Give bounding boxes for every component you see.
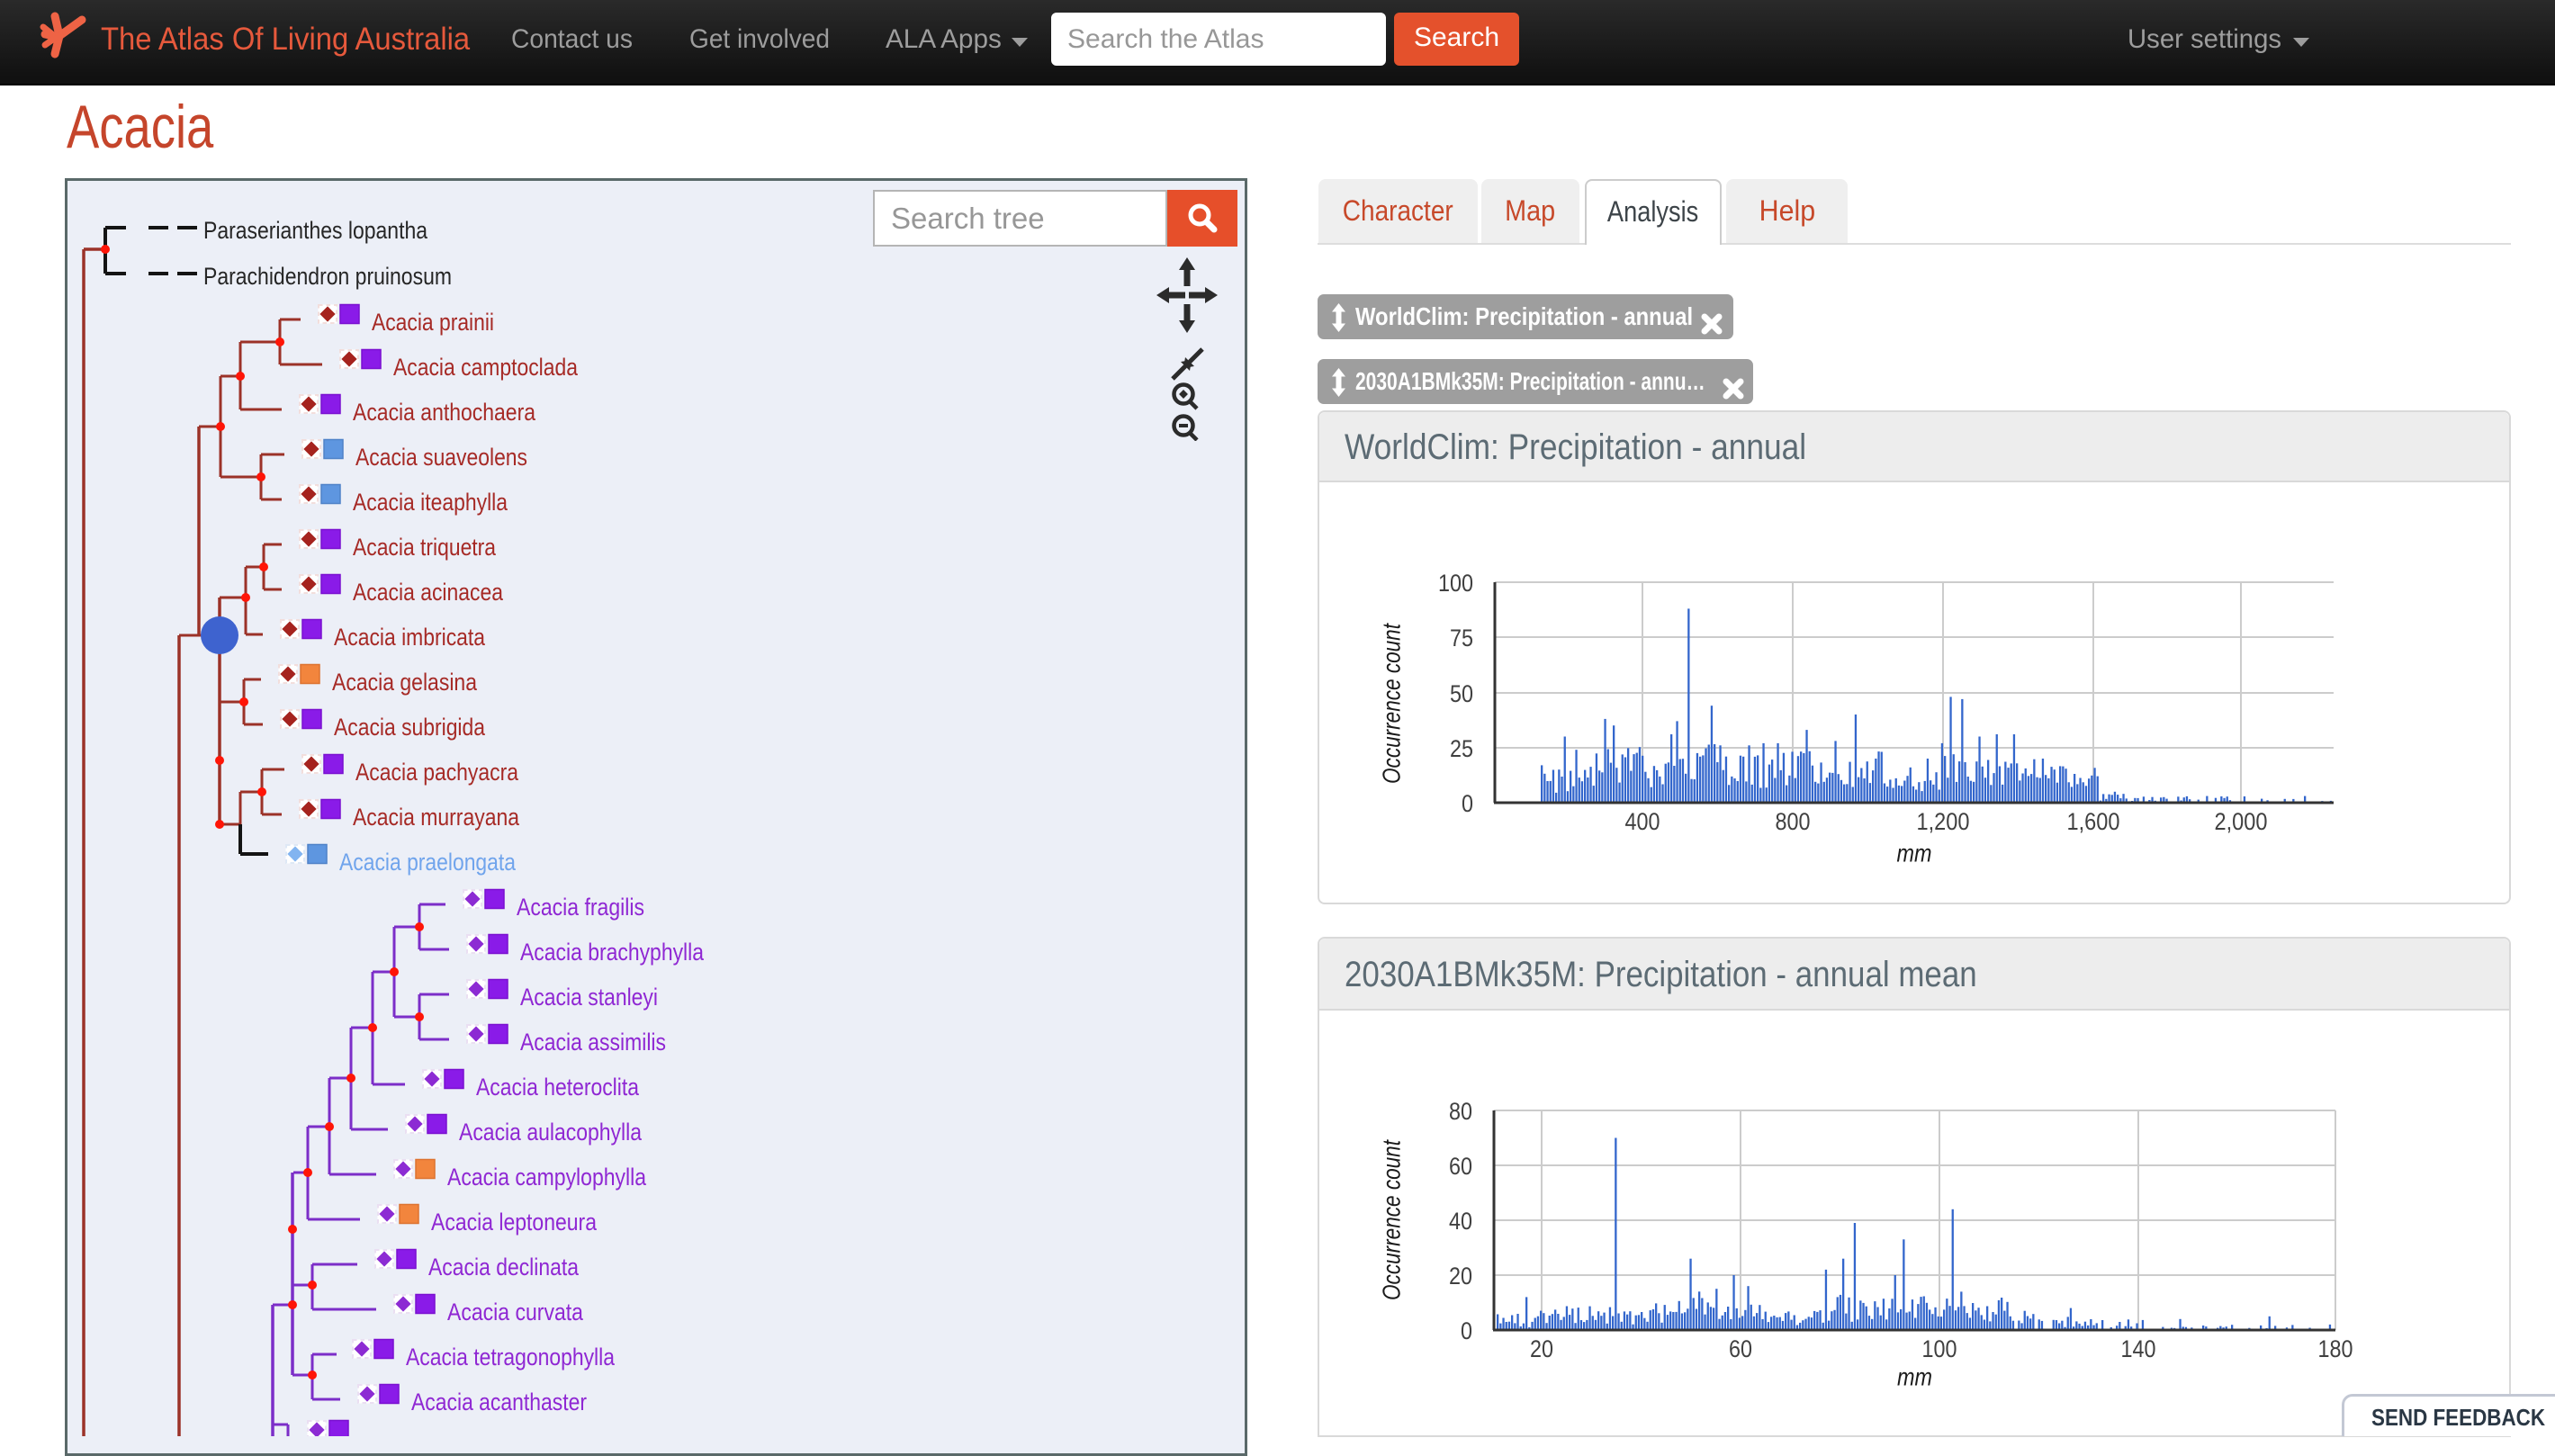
svg-text:Acacia triquetra: Acacia triquetra: [353, 534, 497, 561]
svg-text:mm: mm: [1897, 1363, 1932, 1391]
svg-text:Acacia murrayana: Acacia murrayana: [353, 804, 520, 831]
svg-text:50: 50: [1450, 680, 1473, 707]
svg-text:Occurrence count: Occurrence count: [1378, 1139, 1406, 1300]
svg-text:Acacia stanleyi: Acacia stanleyi: [520, 984, 658, 1011]
svg-text:180: 180: [2318, 1335, 2353, 1362]
svg-text:Acacia brachyphylla: Acacia brachyphylla: [520, 939, 705, 966]
svg-text:80: 80: [1449, 1098, 1472, 1125]
svg-text:Acacia aulacophylla: Acacia aulacophylla: [459, 1119, 643, 1146]
svg-text:40: 40: [1449, 1208, 1472, 1235]
svg-text:75: 75: [1450, 625, 1473, 652]
svg-text:Acacia assimilis: Acacia assimilis: [520, 1029, 666, 1056]
svg-text:1,200: 1,200: [1917, 808, 1970, 835]
svg-text:mm: mm: [1897, 840, 1932, 867]
svg-text:Acacia imbricata: Acacia imbricata: [334, 624, 486, 651]
svg-text:0: 0: [1462, 790, 1473, 817]
svg-text:Occurrence count: Occurrence count: [1378, 623, 1406, 784]
svg-text:25: 25: [1450, 735, 1473, 762]
svg-text:400: 400: [1625, 808, 1660, 835]
svg-text:1,600: 1,600: [2067, 808, 2120, 835]
svg-text:20: 20: [1449, 1263, 1472, 1290]
svg-text:Acacia declinata: Acacia declinata: [428, 1254, 580, 1281]
svg-text:100: 100: [1922, 1335, 1957, 1362]
svg-text:Acacia acinacea: Acacia acinacea: [353, 579, 504, 606]
svg-text:Acacia anthochaera: Acacia anthochaera: [353, 399, 536, 426]
svg-text:Acacia iteaphylla: Acacia iteaphylla: [353, 489, 508, 516]
svg-text:Acacia prainii: Acacia prainii: [372, 309, 494, 336]
svg-text:20: 20: [1530, 1335, 1553, 1362]
svg-text:60: 60: [1729, 1335, 1752, 1362]
svg-text:60: 60: [1449, 1153, 1472, 1180]
svg-text:Parachidendron pruinosum: Parachidendron pruinosum: [203, 263, 452, 290]
svg-text:Acacia gelasina: Acacia gelasina: [332, 669, 478, 696]
svg-text:Acacia praelongata: Acacia praelongata: [339, 849, 517, 876]
svg-text:Acacia fragilis: Acacia fragilis: [517, 894, 644, 921]
svg-text:Acacia suaveolens: Acacia suaveolens: [355, 444, 527, 471]
svg-text:140: 140: [2121, 1335, 2156, 1362]
svg-text:Acacia acanthaster: Acacia acanthaster: [411, 1389, 587, 1416]
svg-text:Acacia leptoneura: Acacia leptoneura: [431, 1209, 598, 1236]
svg-text:800: 800: [1776, 808, 1811, 835]
svg-text:100: 100: [1438, 570, 1473, 597]
svg-text:2,000: 2,000: [2215, 808, 2268, 835]
svg-text:Acacia tetragonophylla: Acacia tetragonophylla: [406, 1344, 616, 1371]
svg-text:0: 0: [1461, 1317, 1472, 1344]
svg-text:Paraserianthes lopantha: Paraserianthes lopantha: [203, 217, 428, 244]
svg-text:Acacia camptoclada: Acacia camptoclada: [393, 354, 579, 381]
svg-text:Acacia campylophylla: Acacia campylophylla: [447, 1164, 647, 1191]
svg-text:Acacia pachyacra: Acacia pachyacra: [355, 759, 519, 786]
svg-text:Acacia curvata: Acacia curvata: [447, 1299, 584, 1326]
svg-text:Acacia subrigida: Acacia subrigida: [334, 714, 486, 741]
svg-text:Acacia heteroclita: Acacia heteroclita: [476, 1074, 640, 1101]
